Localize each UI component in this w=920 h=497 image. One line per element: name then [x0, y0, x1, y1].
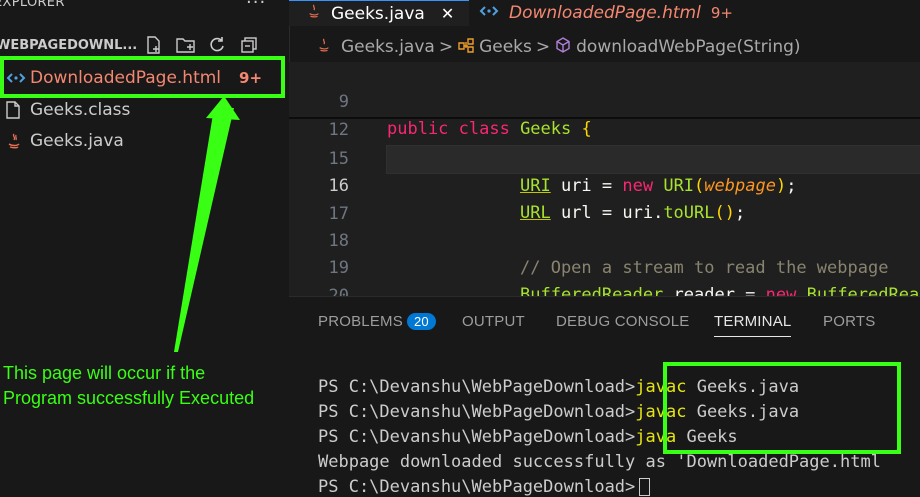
code-line: 17 [289, 174, 920, 224]
class-icon [457, 37, 475, 58]
code-line: 18 // Open a stream to read the webpage [289, 201, 920, 278]
tab-geeks-java[interactable]: Geeks.java ✕ [289, 0, 469, 26]
java-file-icon [307, 3, 321, 24]
annotation-arrow [174, 96, 240, 352]
breadcrumb-separator: > [535, 37, 551, 57]
code-line: 20 [289, 256, 920, 296]
problems-badge: 9+ [710, 4, 733, 22]
tab-label: DownloadedPage.html [509, 3, 701, 23]
terminal-cursor [639, 478, 651, 496]
problems-count-badge: 20 [406, 313, 436, 330]
annotation-line: This page will occur if the [3, 363, 206, 383]
breadcrumb-class[interactable]: Geeks [479, 37, 532, 57]
terminal-prompt: PS C:\Devanshu\WebPageDownload> [318, 402, 636, 422]
tab-debug-console[interactable]: DEBUG CONSOLE [556, 313, 689, 330]
code-line: 12 public static void downloadWebPage(St… [289, 90, 920, 167]
tab-terminal[interactable]: TERMINAL [714, 313, 792, 337]
code-line: 16 URL url = uri.toURL(); [289, 146, 920, 223]
method-icon [554, 36, 572, 59]
tab-problems[interactable]: PROBLEMS 20 [318, 313, 436, 330]
tab-downloadedpage[interactable]: DownloadedPage.html 9+ [479, 0, 733, 26]
tab-label: Geeks.java [331, 3, 425, 24]
code-line: 21 // Specify the filename to save the [289, 283, 920, 296]
annotation-line: Program successfully Executed [3, 388, 255, 408]
code-line: 9 public class Geeks { [289, 62, 920, 139]
terminal-line[interactable]: PS C:\Devanshu\WebPageDownload> [318, 477, 651, 497]
breadcrumb-method[interactable]: downloadWebPage(String) [576, 37, 800, 57]
annotation-text: This page will occur if the Program succ… [3, 361, 254, 411]
java-file-icon [317, 37, 331, 58]
breadcrumb: Geeks.java > Geeks > downloadWebPage(Str… [289, 35, 920, 59]
tab-label: PROBLEMS [318, 313, 403, 330]
terminal-output: Webpage downloaded successfully as 'Down… [318, 452, 881, 472]
close-icon[interactable]: ✕ [441, 4, 454, 23]
html-file-icon [479, 3, 499, 23]
terminal-prompt: PS C:\Devanshu\WebPageDownload> [318, 427, 636, 447]
terminal-prompt: PS C:\Devanshu\WebPageDownload> [318, 477, 636, 497]
highlight-box-commands [663, 362, 901, 454]
code-line: 15 URI uri = new URI(webpage); [289, 119, 920, 196]
explorer-sidebar: EXPLORER ··· WEBPAGEDOWNL... DownloadedP… [0, 0, 290, 492]
code-editor[interactable]: 9 public class Geeks { 12 public static … [289, 62, 920, 296]
editor-tabs: Geeks.java ✕ DownloadedPage.html 9+ [289, 0, 920, 26]
breadcrumb-separator: > [438, 37, 454, 57]
breadcrumb-file[interactable]: Geeks.java [341, 37, 435, 57]
tab-ports[interactable]: PORTS [823, 313, 875, 330]
terminal-prompt: PS C:\Devanshu\WebPageDownload> [318, 377, 636, 397]
bottom-panel: PROBLEMS 20 OUTPUT DEBUG CONSOLE TERMINAL… [289, 296, 920, 497]
code-line: 19 BufferedReader reader = new BufferedR… [289, 228, 920, 296]
tab-output[interactable]: OUTPUT [462, 313, 525, 330]
